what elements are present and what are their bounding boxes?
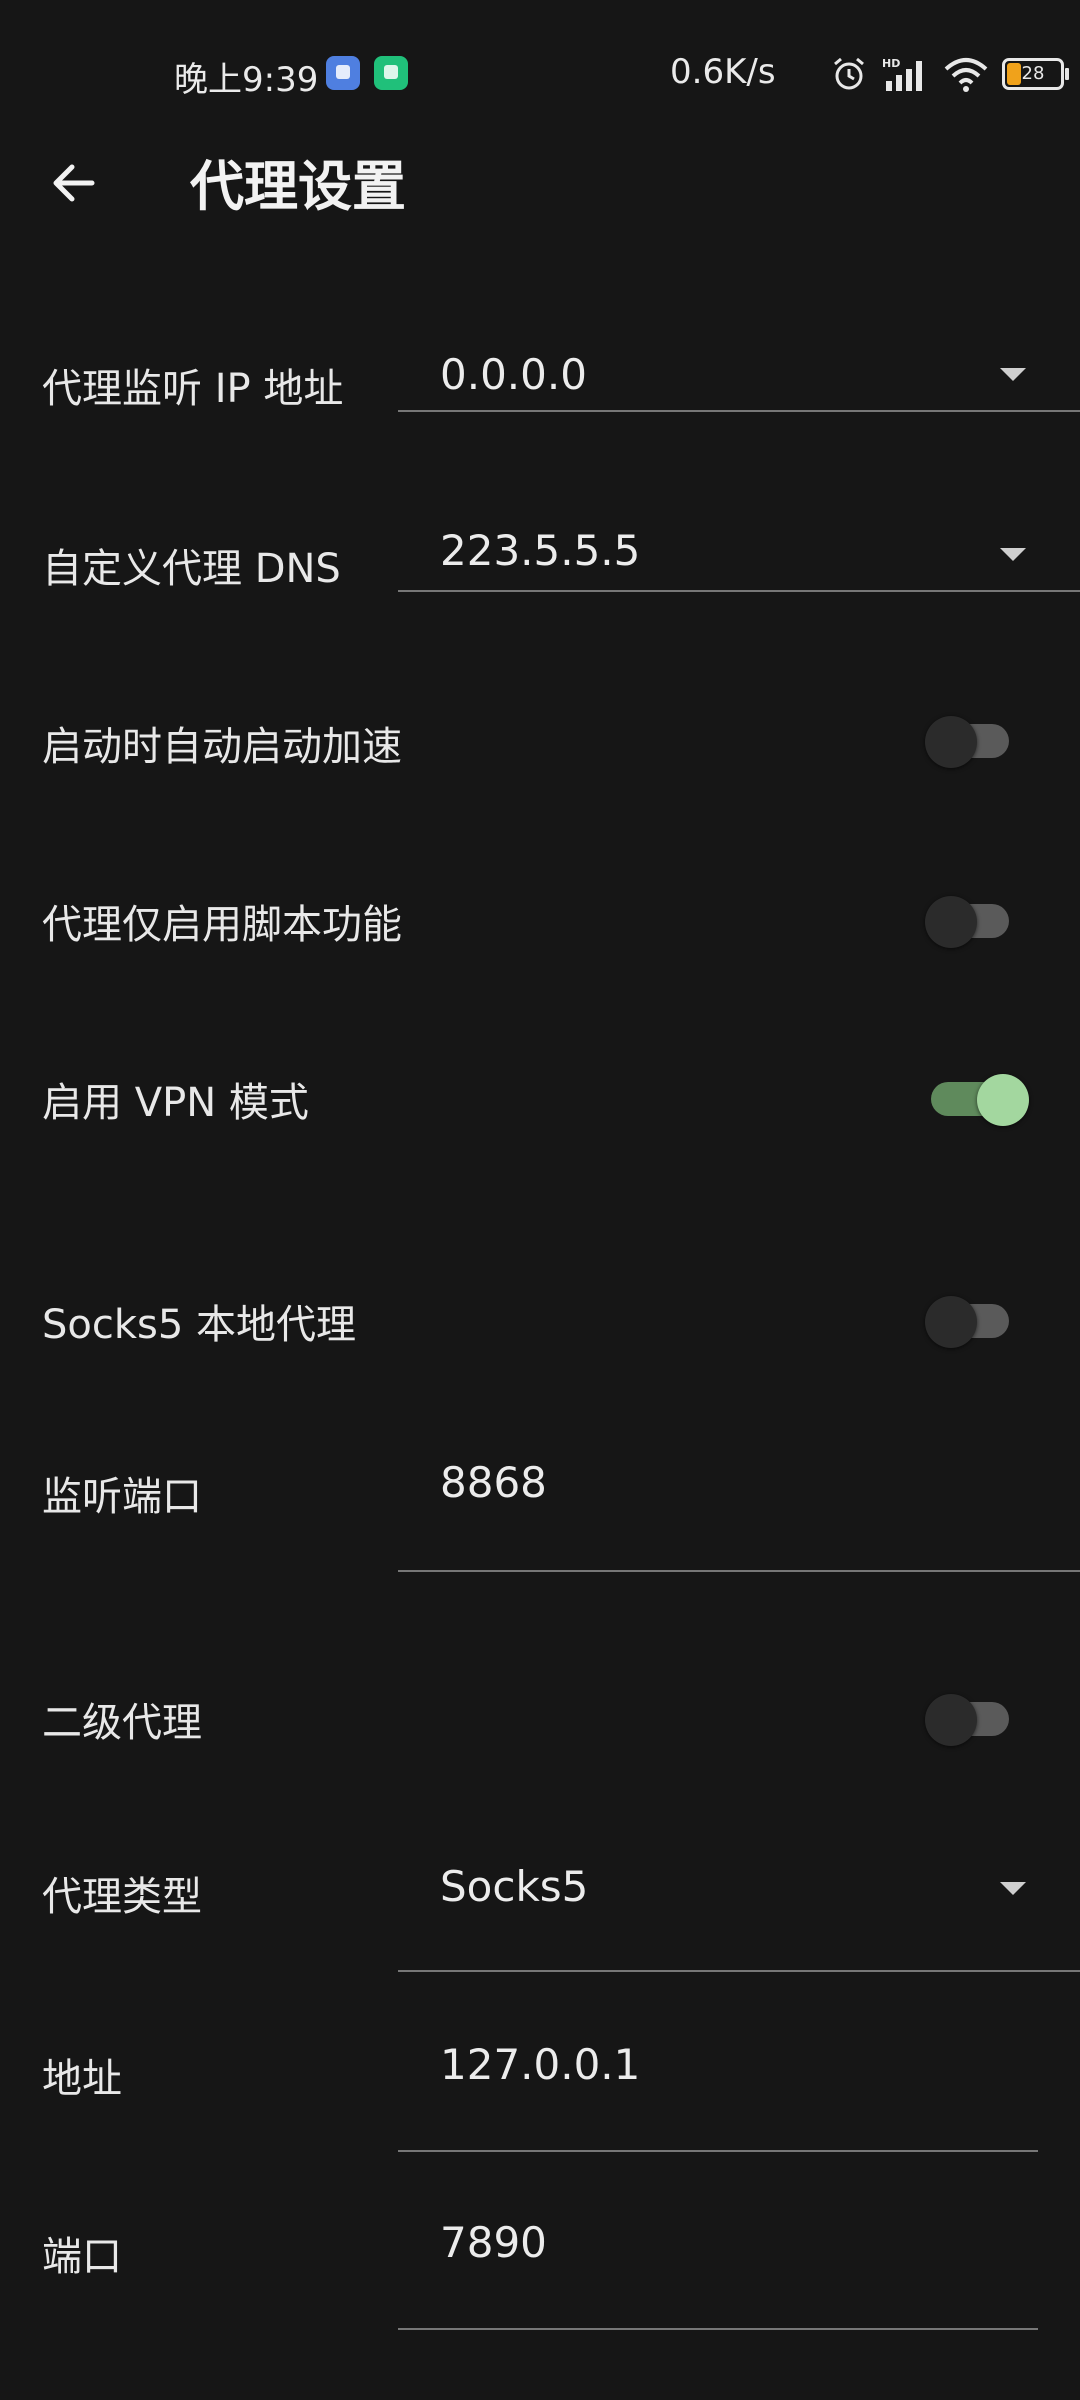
status-icons: HD 28	[830, 54, 1069, 94]
script-only-label: 代理仅启用脚本功能	[42, 902, 402, 948]
custom-dns-label: 自定义代理 DNS	[42, 546, 341, 592]
battery-icon: 28	[1002, 58, 1069, 90]
port-value: 7890	[440, 2218, 547, 2267]
custom-dns-dropdown[interactable]: 223.5.5.5	[398, 480, 1080, 592]
secondary-proxy-row[interactable]: 二级代理	[0, 1670, 1080, 1770]
custom-dns-value: 223.5.5.5	[440, 526, 641, 575]
proxy-type-value: Socks5	[440, 1862, 589, 1911]
svg-text:HD: HD	[882, 57, 900, 70]
address-row: 地址 127.0.0.1	[0, 2000, 1080, 2160]
port-label: 端口	[42, 2234, 122, 2280]
auto-start-label: 启动时自动启动加速	[42, 724, 402, 770]
dropdown-arrow-icon	[1000, 1882, 1026, 1895]
hd-signal-icon: HD	[882, 57, 922, 91]
socks5-local-label: Socks5 本地代理	[42, 1302, 357, 1348]
proxy-type-label: 代理类型	[42, 1874, 202, 1920]
arrow-left-icon	[53, 164, 95, 202]
socks5-local-row[interactable]: Socks5 本地代理	[0, 1278, 1080, 1378]
script-only-switch[interactable]	[925, 892, 1009, 948]
vpn-mode-row[interactable]: 启用 VPN 模式	[0, 1058, 1080, 1158]
dropdown-arrow-icon	[1000, 548, 1026, 561]
page-title: 代理设置	[190, 155, 406, 218]
secondary-proxy-label: 二级代理	[42, 1700, 202, 1746]
app-notification-icon	[326, 56, 360, 90]
vpn-mode-switch[interactable]	[925, 1070, 1029, 1126]
listen-ip-value: 0.0.0.0	[440, 350, 587, 399]
app-bar: 代理设置	[0, 130, 1080, 230]
alarm-icon	[834, 57, 864, 90]
secondary-proxy-switch[interactable]	[925, 1690, 1009, 1746]
auto-start-switch[interactable]	[925, 712, 1009, 768]
battery-level: 28	[1021, 63, 1045, 84]
port-row: 端口 7890	[0, 2180, 1080, 2340]
back-button[interactable]	[40, 150, 106, 216]
address-input[interactable]: 127.0.0.1	[398, 2000, 1038, 2152]
proxy-type-dropdown[interactable]: Socks5	[398, 1820, 1080, 1972]
listen-ip-row: 代理监听 IP 地址 0.0.0.0	[0, 300, 1080, 460]
script-only-row[interactable]: 代理仅启用脚本功能	[0, 880, 1080, 980]
network-speed: 0.6K/s	[670, 52, 776, 92]
dropdown-arrow-icon	[1000, 368, 1026, 381]
proxy-type-row: 代理类型 Socks5	[0, 1820, 1080, 1980]
status-time: 晚上9:39	[174, 60, 319, 100]
status-bar: 晚上9:39 0.6K/s HD 28	[0, 0, 1080, 150]
address-value: 127.0.0.1	[440, 2040, 641, 2089]
listen-ip-label: 代理监听 IP 地址	[42, 366, 344, 412]
wifi-icon	[944, 58, 988, 92]
address-label: 地址	[42, 2056, 122, 2102]
listen-port-row: 监听端口 8868	[0, 1420, 1080, 1580]
vpn-mode-label: 启用 VPN 模式	[42, 1080, 309, 1126]
listen-port-input[interactable]: 8868	[398, 1420, 1080, 1572]
listen-port-value: 8868	[440, 1458, 547, 1507]
custom-dns-row: 自定义代理 DNS 223.5.5.5	[0, 480, 1080, 640]
listen-ip-dropdown[interactable]: 0.0.0.0	[398, 300, 1080, 412]
listen-port-label: 监听端口	[42, 1474, 202, 1520]
port-input[interactable]: 7890	[398, 2180, 1038, 2330]
shield-app-icon	[374, 56, 408, 90]
auto-start-row[interactable]: 启动时自动启动加速	[0, 700, 1080, 800]
socks5-local-switch[interactable]	[925, 1292, 1009, 1348]
